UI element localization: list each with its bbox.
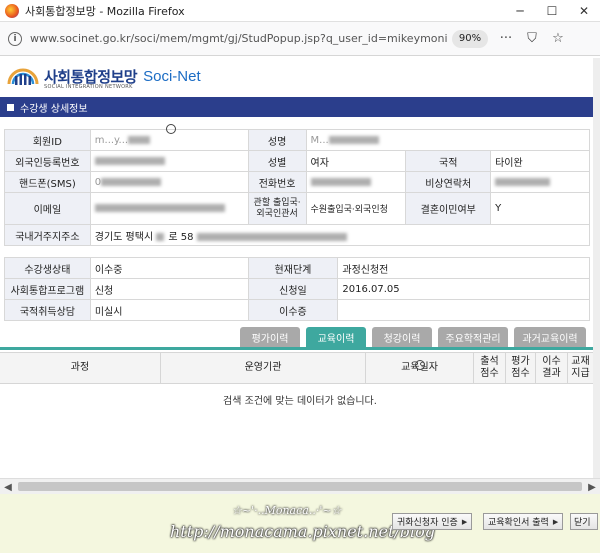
office-value: 수원출입국·외국인청	[305, 192, 407, 225]
gender-value: 여자	[305, 150, 407, 172]
empty-table-message: 검색 조건에 맞는 데이터가 없습니다.	[223, 396, 377, 407]
table-row: 국적취득상담 미실시 이수증	[4, 299, 590, 321]
site-header: 사회통합정보망 Soci-Net SOCIAL INTEGRATION NETW…	[0, 57, 600, 95]
zoom-indicator[interactable]: 90%	[452, 29, 488, 48]
column-header-evaluation: 평가 점수	[505, 353, 535, 383]
print-edu-cert-label: 교육확인서 출력	[488, 518, 549, 528]
site-info-icon[interactable]: i	[8, 31, 22, 46]
tab-education-history[interactable]: 교육이력	[306, 327, 366, 347]
scroll-thumb[interactable]	[18, 482, 582, 491]
vertical-scrollbar[interactable]	[593, 58, 600, 478]
tel-label: 전화번호	[247, 171, 307, 193]
tab-audit-history[interactable]: 청강이력	[372, 327, 432, 347]
logo-subtitle: SOCIAL INTEGRATION NETWORK	[44, 84, 133, 90]
table-row: 사회통합프로그램 신청 신청일 2016.07.05	[4, 278, 590, 300]
status-value: 이수중	[89, 257, 249, 279]
column-header-textbook: 교재 지급	[567, 353, 593, 383]
watermark-line-1: ☆~'·..Monaca..·'~☆	[232, 504, 342, 517]
naturalization-cert-label: 귀화신청자 인증	[397, 518, 458, 528]
program-value: 신청	[89, 278, 249, 300]
nationality-label: 국적	[405, 150, 492, 172]
phone-value: 0	[89, 171, 249, 193]
consult-value: 미실시	[89, 299, 249, 321]
table-row: 회원ID m...y... 성명 M...	[4, 129, 591, 151]
apply-date-value: 2016.07.05	[337, 278, 590, 300]
reg-no-value	[89, 150, 249, 172]
tab-past-education-history[interactable]: 과거교육이력	[514, 327, 586, 347]
close-button[interactable]: 닫기	[570, 513, 598, 530]
cert-value	[337, 299, 590, 321]
nationality-value: 타이완	[490, 150, 590, 172]
close-window-button[interactable]: ✕	[568, 0, 600, 22]
table-row: 외국인등록번호 성별 여자 국적 타이완	[4, 150, 590, 172]
logo-english-text: Soci-Net	[143, 67, 201, 85]
apply-date-label: 신청일	[247, 278, 339, 300]
tab-academic-management[interactable]: 주요학적관리	[438, 327, 508, 347]
email-value	[89, 192, 249, 225]
marriage-label: 결혼이민여부	[405, 192, 492, 225]
address-value: 경기도 평택시 로 58	[89, 224, 591, 246]
office-label: 관할 출입국·외국인관서	[247, 192, 307, 225]
minimize-button[interactable]: ─	[504, 0, 536, 22]
stage-label: 현재단계	[247, 257, 339, 279]
table-row: 국내거주지주소 경기도 평택시 로 58	[4, 224, 591, 246]
horizontal-scrollbar[interactable]: ◀ ▶	[0, 478, 600, 494]
page-actions-icon[interactable]: ···	[498, 31, 514, 47]
consult-label: 국적취득상담	[4, 299, 91, 321]
address-label: 국내거주지주소	[4, 224, 91, 246]
scroll-left-icon[interactable]: ◀	[0, 480, 16, 494]
busy-cursor-icon	[166, 124, 176, 134]
member-id-label: 회원ID	[4, 129, 91, 151]
table-row: 수강생상태 이수중 현재단계 과정신청전	[4, 257, 590, 279]
cert-label: 이수증	[247, 299, 339, 321]
window-controls: ─ ☐ ✕	[504, 0, 600, 22]
window-titlebar: 사회통합정보망 - Mozilla Firefox ─ ☐ ✕	[0, 0, 600, 22]
emergency-value	[490, 171, 590, 193]
name-value: M...	[305, 129, 591, 151]
reg-no-label: 외국인등록번호	[4, 150, 91, 172]
email-label: 이메일	[4, 192, 91, 225]
phone-label: 핸드폰(SMS)	[4, 171, 91, 193]
section-bullet-icon	[7, 103, 14, 111]
naturalization-cert-button[interactable]: 귀화신청자 인증 ▶	[392, 513, 473, 530]
socinet-logo-icon	[6, 62, 40, 90]
tab-evaluation-history[interactable]: 평가이력	[240, 327, 300, 347]
firefox-icon	[5, 3, 19, 18]
arrow-right-icon: ▶	[461, 517, 468, 526]
scroll-right-icon[interactable]: ▶	[584, 480, 600, 494]
education-table-header: 과정 운영기관 교육일자 출석 점수 평가 점수 이수 결과 교재 지급	[0, 352, 600, 384]
url-field[interactable]: www.socinet.go.kr/soci/mem/mgmt/gj/StudP…	[30, 32, 448, 45]
status-label: 수강생상태	[4, 257, 91, 279]
column-header-completion: 이수 결과	[535, 353, 567, 383]
gender-label: 성별	[247, 150, 307, 172]
table-row: 핸드폰(SMS) 0 전화번호 비상연락처	[4, 171, 590, 193]
history-tabs: 평가이력 교육이력 청강이력 주요학적관리 과거교육이력	[240, 327, 592, 347]
program-label: 사회통합프로그램	[4, 278, 91, 300]
member-info-table: 회원ID m...y... 성명 M... 외국인등록번호 성별 여자 국적 타…	[4, 129, 591, 246]
column-header-course: 과정	[70, 362, 90, 373]
tab-underline	[0, 347, 600, 350]
arrow-right-icon: ▶	[552, 517, 559, 526]
pocket-icon[interactable]: ⛉	[524, 31, 540, 47]
tel-value	[305, 171, 407, 193]
section-title-bar: 수강생 상세정보	[0, 97, 600, 117]
section-title: 수강생 상세정보	[20, 103, 88, 115]
marriage-value: Y	[490, 192, 590, 225]
name-label: 성명	[247, 129, 307, 151]
print-edu-cert-button[interactable]: 교육확인서 출력 ▶	[483, 513, 564, 530]
busy-cursor-icon	[415, 360, 425, 370]
address-bar: i www.socinet.go.kr/soci/mem/mgmt/gj/Stu…	[0, 22, 600, 56]
column-header-attendance: 출석 점수	[473, 353, 505, 383]
stage-value: 과정신청전	[337, 257, 590, 279]
emergency-label: 비상연락처	[405, 171, 492, 193]
close-label: 닫기	[574, 518, 591, 528]
column-header-institution: 운영기관	[160, 353, 365, 383]
course-info-table: 수강생상태 이수중 현재단계 과정신청전 사회통합프로그램 신청 신청일 201…	[4, 257, 590, 321]
table-row: 이메일 관할 출입국·외국인관서 수원출입국·외국인청 결혼이민여부 Y	[4, 192, 590, 225]
window-title: 사회통합정보망 - Mozilla Firefox	[25, 4, 185, 18]
bookmark-star-icon[interactable]: ☆	[550, 31, 566, 47]
maximize-button[interactable]: ☐	[536, 0, 568, 22]
